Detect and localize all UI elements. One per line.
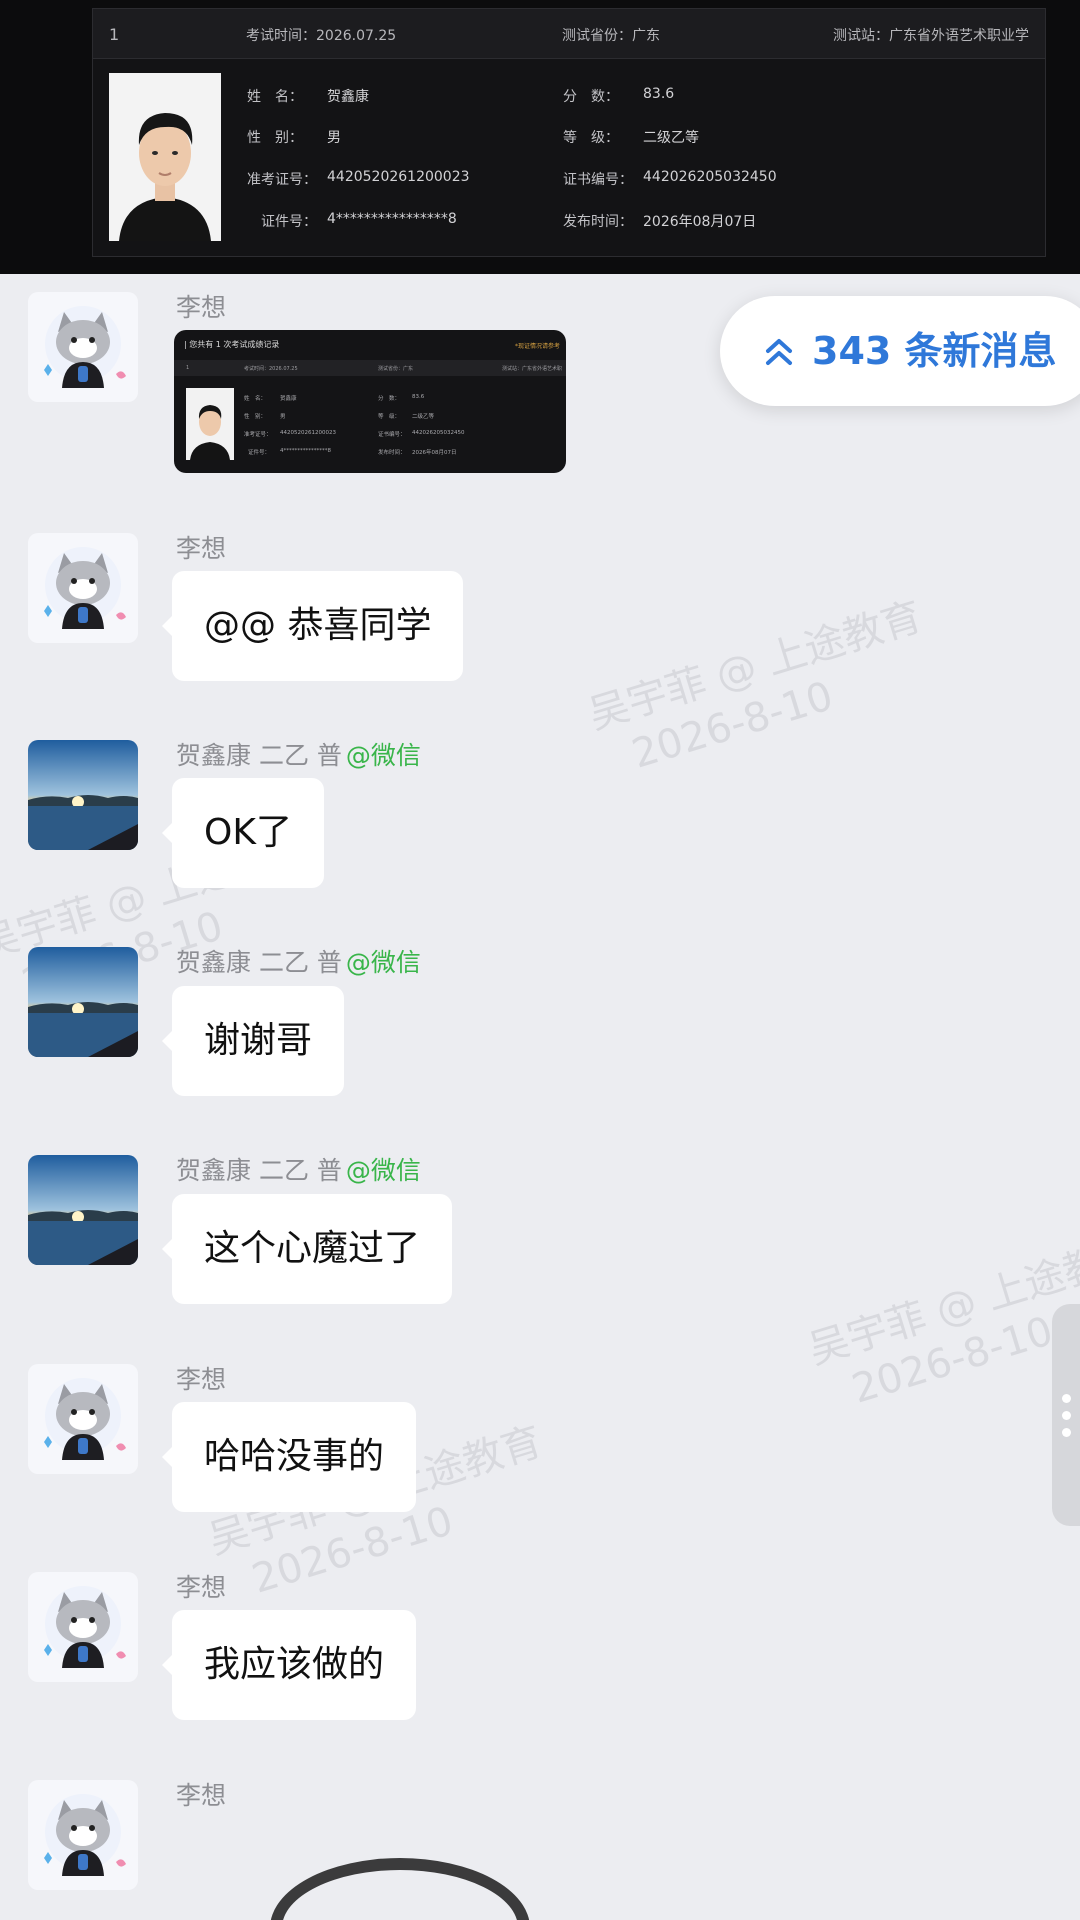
score-record-header: 1 考试时间：2026.07.25 测试省份：广东 测试站：广东省外语艺术职业学 <box>93 9 1045 59</box>
score-card-panel: 1 考试时间：2026.07.25 测试省份：广东 测试站：广东省外语艺术职业学… <box>0 0 1080 274</box>
double-chevron-up-icon <box>764 299 794 409</box>
new-messages-label: 343 条新消息 <box>812 329 1057 373</box>
sticker-image[interactable] <box>270 1858 530 1920</box>
thumb-header: | 您共有 1 次考试成绩记录 <box>184 340 280 349</box>
record-index: 1 <box>109 25 120 44</box>
dot-icon <box>1062 1428 1071 1437</box>
score-record-card: 1 考试时间：2026.07.25 测试省份：广东 测试站：广东省外语艺术职业学… <box>92 8 1046 257</box>
avatar-lixiang[interactable] <box>28 1780 138 1890</box>
sender-name: 李想 <box>176 534 227 563</box>
new-messages-button[interactable]: 343 条新消息 <box>720 296 1080 406</box>
exam-site: 测试站：广东省外语艺术职业学 <box>833 28 1029 44</box>
dot-icon <box>1062 1394 1071 1403</box>
field-id-no: 证件号： 4****************8 <box>261 211 457 230</box>
thumb-photo <box>186 388 234 460</box>
sender-name: 贺鑫康 二乙 普 @微信 <box>176 741 421 770</box>
field-grade: 等 级： 二级乙等 <box>563 130 699 146</box>
score-screenshot-image[interactable]: | 您共有 1 次考试成绩记录 *现证情况请参考 1 考试时间：2026.07.… <box>174 330 566 473</box>
sender-name: 李想 <box>176 1573 227 1602</box>
sender-name: 贺鑫康 二乙 普 @微信 <box>176 1156 421 1185</box>
message-bubble[interactable]: 哈哈没事的 <box>161 1402 417 1512</box>
field-certificate-no: 证书编号： 442026205032450 <box>563 169 777 188</box>
message-bubble[interactable]: 谢谢哥 <box>161 986 345 1096</box>
avatar-hexinkang[interactable] <box>28 947 138 1057</box>
field-name: 姓 名： 贺鑫康 <box>247 89 369 105</box>
candidate-photo <box>109 73 221 241</box>
avatar-hexinkang[interactable] <box>28 740 138 850</box>
message-bubble[interactable]: 这个心魔过了 <box>161 1194 453 1304</box>
sender-name: 李想 <box>176 293 227 322</box>
field-admission-no: 准考证号： 4420520261200023 <box>247 169 470 188</box>
avatar-lixiang[interactable] <box>28 1364 138 1474</box>
avatar-lixiang[interactable] <box>28 1572 138 1682</box>
sender-name: 李想 <box>176 1781 227 1810</box>
avatar-hexinkang[interactable] <box>28 1155 138 1265</box>
dot-icon <box>1062 1411 1071 1420</box>
avatar-lixiang[interactable] <box>28 533 138 643</box>
message-bubble[interactable]: 我应该做的 <box>161 1610 417 1720</box>
avatar-lixiang[interactable] <box>28 292 138 402</box>
watermark: 吴宇菲 @ 上途教育2026-8-10 <box>803 1228 1080 1413</box>
message-bubble[interactable]: @@ 恭喜同学 <box>161 571 464 681</box>
sender-name: 李想 <box>176 1365 227 1394</box>
message-bubble[interactable]: OK了 <box>162 778 324 888</box>
watermark: 吴宇菲 @ 上途教育2026-8-10 <box>583 593 928 778</box>
field-score: 分 数： 83.6 <box>563 86 675 105</box>
exam-province: 测试省份：广东 <box>562 28 660 44</box>
thumb-row-header: 1 考试时间：2026.07.25 测试省份：广东 测试站：广东省外语艺术职 <box>174 360 566 376</box>
field-publish-time: 发布时间： 2026年08月07日 <box>563 214 757 230</box>
thumb-note: *现证情况请参考 <box>514 343 560 350</box>
exam-time: 考试时间：2026.07.25 <box>246 28 397 44</box>
field-gender: 性 别：男 <box>247 130 341 146</box>
side-panel-handle[interactable] <box>1052 1304 1080 1526</box>
sender-name: 贺鑫康 二乙 普 @微信 <box>176 948 421 977</box>
